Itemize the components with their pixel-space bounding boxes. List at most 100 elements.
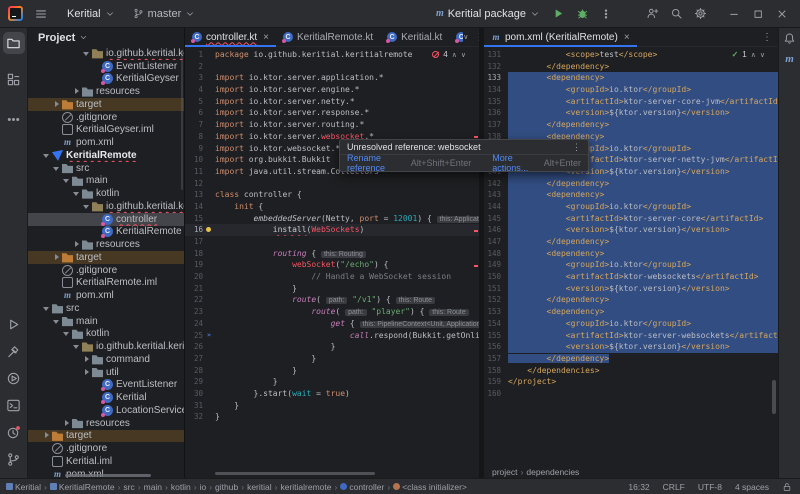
line-number-142[interactable]: 142 — [484, 178, 501, 190]
code-line-23[interactable]: 23 route( path: "player") { this: Route — [185, 306, 479, 318]
line-number-5[interactable]: 5 — [185, 96, 203, 108]
code-text[interactable]: <version>${ktor.version}</version> — [508, 224, 778, 236]
tree-item-keritialremote[interactable]: KeritialRemote — [28, 149, 184, 162]
tool-services-button[interactable] — [3, 367, 25, 389]
line-number-8[interactable]: 8 — [185, 131, 203, 143]
code-text[interactable]: } — [215, 341, 479, 353]
code-line-3[interactable]: 3import io.ktor.server.application.* — [185, 72, 479, 84]
breadcrumb-dependencies[interactable]: dependencies — [526, 467, 579, 477]
line-number-144[interactable]: 144 — [484, 201, 501, 213]
more-tool-windows-button[interactable] — [3, 108, 25, 130]
tree-item-io-github-keritial-keritial[interactable]: io.github.keritial.keritial — [28, 340, 184, 353]
tab-close-icon[interactable]: × — [263, 32, 269, 43]
main-menu-button[interactable] — [29, 4, 53, 24]
code-text[interactable]: install(WebSockets) — [215, 224, 479, 236]
tree-vertical-scrollbar[interactable] — [181, 50, 183, 190]
code-line-134[interactable]: 134 <groupId>io.ktor</groupId> — [484, 84, 778, 96]
tree-item-pom-xml[interactable]: mpom.xml — [28, 289, 184, 302]
line-number-135[interactable]: 135 — [484, 96, 501, 108]
code-line-153[interactable]: 153 <dependency> — [484, 306, 778, 318]
line-number-28[interactable]: 28 — [185, 365, 203, 377]
line-number-15[interactable]: 15 — [185, 213, 203, 225]
code-text[interactable]: } — [215, 411, 479, 423]
code-text[interactable]: }.start(wait = true) — [215, 388, 479, 400]
tool-version-control-button[interactable] — [3, 448, 25, 470]
code-text[interactable]: embeddedServer(Netty, port = 12001) { th… — [215, 213, 479, 225]
tree-toggle-icon[interactable] — [42, 304, 51, 313]
tree-item-io-github-keritial-keritialremote[interactable]: io.github.keritial.keritialremote — [28, 200, 184, 213]
tree-item-io-github-keritial-keritialgeyser[interactable]: io.github.keritial.keritialgeyser — [28, 47, 184, 60]
code-line-30[interactable]: 30 }.start(wait = true) — [185, 388, 479, 400]
line-number-13[interactable]: 13 — [185, 189, 203, 201]
run-button[interactable] — [546, 4, 570, 24]
code-line-150[interactable]: 150 <artifactId>ktor-websockets</artifac… — [484, 271, 778, 283]
tool-run-button[interactable] — [3, 313, 25, 335]
code-text[interactable]: <groupId>io.ktor</groupId> — [508, 259, 778, 271]
code-line-136[interactable]: 136 <version>${ktor.version}</version> — [484, 107, 778, 119]
code-text[interactable]: <artifactId>ktor-server-core</artifactId… — [508, 213, 778, 225]
code-line-13[interactable]: 13 class controller { — [185, 189, 479, 201]
code-line-25[interactable]: 25» call.respond(Bukkit.getOnlinePlayers… — [185, 330, 479, 342]
tree-toggle-icon[interactable] — [82, 49, 91, 58]
code-line-152[interactable]: 152 </dependency> — [484, 294, 778, 306]
tree-item-target[interactable]: target — [28, 251, 184, 264]
code-text[interactable]: <artifactId>ktor-websockets</artifactId> — [508, 271, 778, 283]
tree-item-resources[interactable]: resources — [28, 85, 184, 98]
code-line-21[interactable]: 21 } — [185, 283, 479, 295]
tree-toggle-icon[interactable] — [72, 189, 81, 198]
breadcrumb-project[interactable]: project — [492, 467, 518, 477]
line-number-32[interactable]: 32 — [185, 411, 203, 423]
code-text[interactable]: webSocket("/echo") { — [215, 259, 479, 271]
tree-item-target[interactable]: target — [28, 430, 184, 443]
code-text[interactable]: route( path: "player") { this: Route — [215, 306, 479, 318]
breadcrumb-keritialremote[interactable]: keritialremote — [280, 482, 331, 492]
line-number-6[interactable]: 6 — [185, 107, 203, 119]
line-number-153[interactable]: 153 — [484, 306, 501, 318]
code-line-14[interactable]: 14 init { — [185, 201, 479, 213]
code-line-26[interactable]: 26 } — [185, 341, 479, 353]
tree-item-gitignore[interactable]: .gitignore — [28, 442, 184, 455]
next-problem-icon[interactable]: ∨ — [461, 51, 466, 59]
line-number-25[interactable]: 25 — [185, 330, 203, 342]
code-line-137[interactable]: 137 </dependency> — [484, 119, 778, 131]
tree-item-eventlistener[interactable]: CEventListener — [28, 379, 184, 392]
code-text[interactable]: get { this: PipelineContext<Unit, Applic… — [215, 318, 479, 330]
code-text[interactable]: <groupId>io.ktor</groupId> — [508, 201, 778, 213]
code-text[interactable]: </project> — [508, 376, 778, 388]
tree-item-keritialgeyser-iml[interactable]: KeritialGeyser.iml — [28, 124, 184, 137]
line-number-154[interactable]: 154 — [484, 318, 501, 330]
code-line-154[interactable]: 154 <groupId>io.ktor</groupId> — [484, 318, 778, 330]
code-text[interactable]: <artifactId>ktor-server-core-jvm</artifa… — [508, 96, 778, 108]
code-text[interactable] — [215, 178, 479, 190]
code-text[interactable]: import io.ktor.server.engine.* — [215, 84, 479, 96]
code-line-148[interactable]: 148 <dependency> — [484, 248, 778, 260]
code-text[interactable] — [508, 388, 778, 400]
code-line-2[interactable]: 2 — [185, 61, 479, 73]
code-line-160[interactable]: 160 — [484, 388, 778, 400]
code-line-5[interactable]: 5import io.ktor.server.netty.* — [185, 96, 479, 108]
code-line-24[interactable]: 24 get { this: PipelineContext<Unit, App… — [185, 318, 479, 330]
line-number-19[interactable]: 19 — [185, 259, 203, 271]
code-text[interactable]: </dependency> — [508, 61, 778, 73]
tree-toggle-icon[interactable] — [82, 202, 91, 211]
line-number-30[interactable]: 30 — [185, 388, 203, 400]
code-text[interactable] — [215, 236, 479, 248]
tree-toggle-icon[interactable] — [42, 431, 51, 440]
code-with-me-button[interactable] — [640, 4, 664, 24]
tree-item-resources[interactable]: resources — [28, 417, 184, 430]
tree-item-kotlin[interactable]: kotlin — [28, 187, 184, 200]
code-text[interactable]: routing { this: Routing — [215, 248, 479, 260]
breadcrumb-src[interactable]: src — [123, 482, 134, 492]
caret-position-widget[interactable]: 16:32 — [628, 482, 649, 492]
code-text[interactable]: class controller { — [215, 189, 479, 201]
minimize-button[interactable] — [722, 4, 746, 24]
tree-item-locationservice[interactable]: CLocationService — [28, 404, 184, 417]
code-line-158[interactable]: 158 </dependencies> — [484, 365, 778, 377]
tree-item-controller[interactable]: Ccontroller — [28, 213, 184, 226]
tree-item-src[interactable]: src — [28, 302, 184, 315]
line-separator-widget[interactable]: CRLF — [663, 482, 685, 492]
tab-keritialremote-kt[interactable]: CKeritialRemote.kt — [276, 28, 380, 46]
code-line-159[interactable]: 159</project> — [484, 376, 778, 388]
run-configuration-button[interactable]: m Keritial package — [430, 5, 546, 23]
tree-item-command[interactable]: command — [28, 353, 184, 366]
